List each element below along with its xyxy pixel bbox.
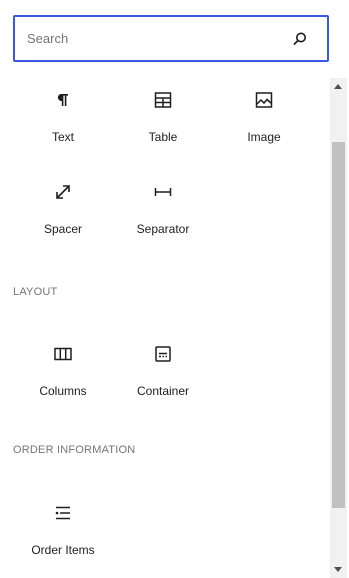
block-columns[interactable]: Columns: [13, 336, 113, 416]
block-inserter-panel: Text Table: [0, 0, 349, 578]
container-icon: [153, 344, 173, 364]
section-title-order-information: ORDER INFORMATION: [13, 444, 136, 456]
scroll-up-icon[interactable]: [334, 84, 342, 89]
search-box[interactable]: [13, 15, 329, 62]
search-icon[interactable]: [292, 31, 308, 47]
search-input[interactable]: [27, 17, 277, 60]
section-title-layout: LAYOUT: [13, 286, 58, 298]
block-list: Text Table Image Spacer Separator LAYOUT…: [0, 78, 330, 578]
order-items-icon: [53, 503, 73, 523]
block-label: Table: [148, 130, 178, 144]
scrollbar-thumb[interactable]: [332, 142, 345, 508]
block-image[interactable]: Image: [214, 82, 314, 162]
block-text[interactable]: Text: [13, 82, 113, 162]
block-label: Spacer: [43, 222, 83, 236]
block-label: Text: [51, 130, 74, 144]
block-order-items[interactable]: Order Items: [13, 495, 113, 575]
separator-icon: [153, 182, 173, 202]
table-icon: [153, 90, 173, 110]
paragraph-icon: [53, 90, 73, 110]
block-label: Columns: [39, 384, 87, 398]
block-label: Separator: [136, 222, 190, 236]
block-separator[interactable]: Separator: [113, 174, 213, 254]
image-icon: [254, 90, 274, 110]
block-label: Image: [247, 130, 281, 144]
vertical-scrollbar[interactable]: [330, 78, 347, 578]
block-label: Container: [136, 384, 190, 398]
resize-diagonal-icon: [53, 182, 73, 202]
block-container[interactable]: Container: [113, 336, 213, 416]
block-label: Order Items: [31, 543, 95, 557]
block-spacer[interactable]: Spacer: [13, 174, 113, 254]
columns-icon: [53, 344, 73, 364]
block-table[interactable]: Table: [113, 82, 213, 162]
scroll-down-icon[interactable]: [334, 567, 342, 572]
